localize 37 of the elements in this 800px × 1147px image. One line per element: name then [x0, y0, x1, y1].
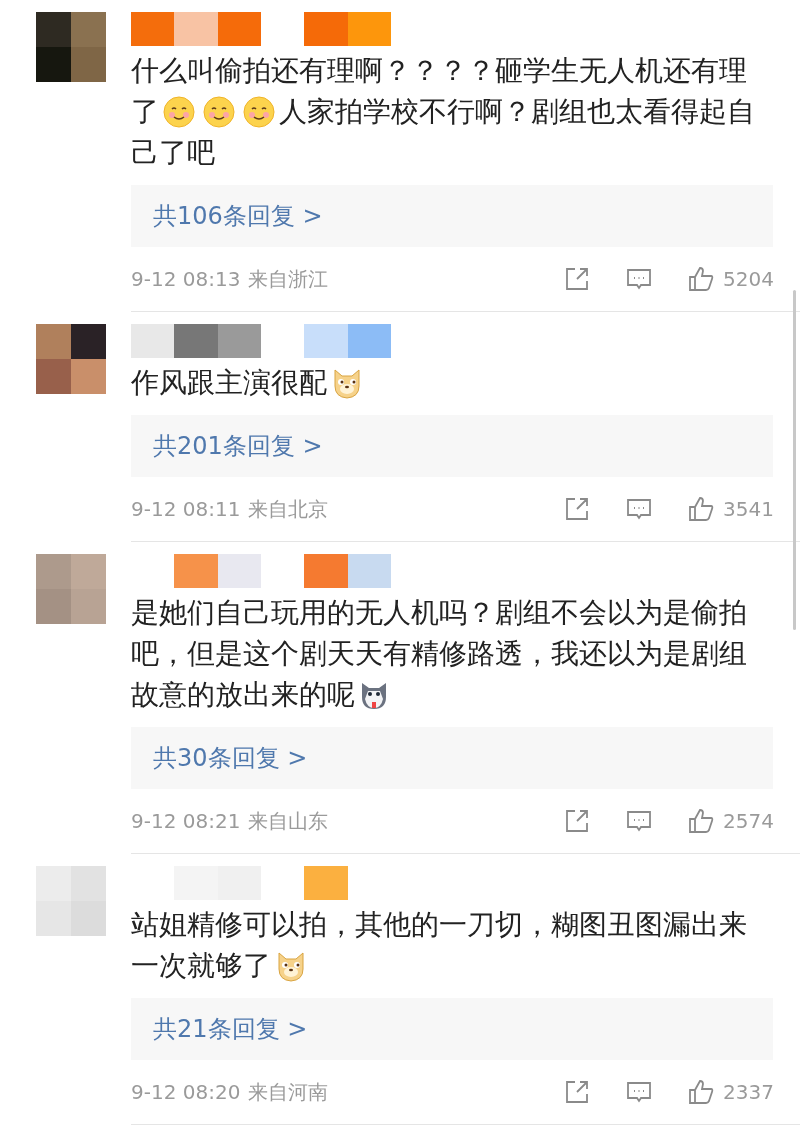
- blurred-avatar: [36, 324, 106, 394]
- like-count: 2574: [723, 808, 774, 835]
- comment-text: 站姐精修可以拍，其他的一刀切，糊图丑图漏出来: [131, 907, 747, 943]
- replies-link[interactable]: 共30条回复 >: [131, 727, 773, 789]
- post-time: 9-12 08:21: [131, 808, 241, 835]
- replies-link[interactable]: 共201条回复 >: [131, 415, 773, 477]
- smiling-face-icon: [203, 95, 235, 128]
- comment-text: 人家拍学校不行啊？剧组也太看得起自: [279, 94, 755, 130]
- thumbs-up-icon[interactable]: [687, 807, 716, 835]
- smiling-face-icon: [243, 95, 275, 128]
- like-count: 5204: [723, 266, 774, 293]
- comment-text: 己了吧: [131, 135, 215, 171]
- post-location: 来自北京: [248, 496, 329, 523]
- comment-text: 一次就够了: [131, 948, 271, 984]
- post-location: 来自河南: [248, 1079, 329, 1106]
- thumbs-up-icon[interactable]: [687, 1078, 716, 1106]
- like-count: 3541: [723, 496, 774, 523]
- comment-text: 吧，但是这个剧天天有精修路透，我还以为是剧组: [131, 636, 747, 672]
- comment-text: 是她们自己玩用的无人机吗？剧组不会以为是偷拍: [131, 595, 747, 631]
- blurred-avatar: [36, 866, 106, 936]
- comment-text: 作风跟主演很配: [131, 365, 327, 401]
- like-count: 2337: [723, 1079, 774, 1106]
- smiling-face-icon: [163, 95, 195, 128]
- post-time: 9-12 08:13: [131, 266, 241, 293]
- post-location: 来自山东: [248, 808, 329, 835]
- thumbs-up-icon[interactable]: [687, 265, 716, 293]
- comment-text: 了: [131, 94, 159, 130]
- post-location: 来自浙江: [248, 266, 329, 293]
- comment-text: 故意的放出来的呢: [131, 677, 355, 713]
- blurred-avatar: [36, 12, 106, 82]
- blurred-avatar: [36, 554, 106, 624]
- replies-link[interactable]: 共106条回复 >: [131, 185, 773, 247]
- thumbs-up-icon[interactable]: [687, 495, 716, 523]
- comment-text: 什么叫偷拍还有理啊？？？？砸学生无人机还有理: [131, 53, 747, 89]
- post-time: 9-12 08:20: [131, 1079, 241, 1106]
- replies-link[interactable]: 共21条回复 >: [131, 998, 773, 1060]
- post-time: 9-12 08:11: [131, 496, 241, 523]
